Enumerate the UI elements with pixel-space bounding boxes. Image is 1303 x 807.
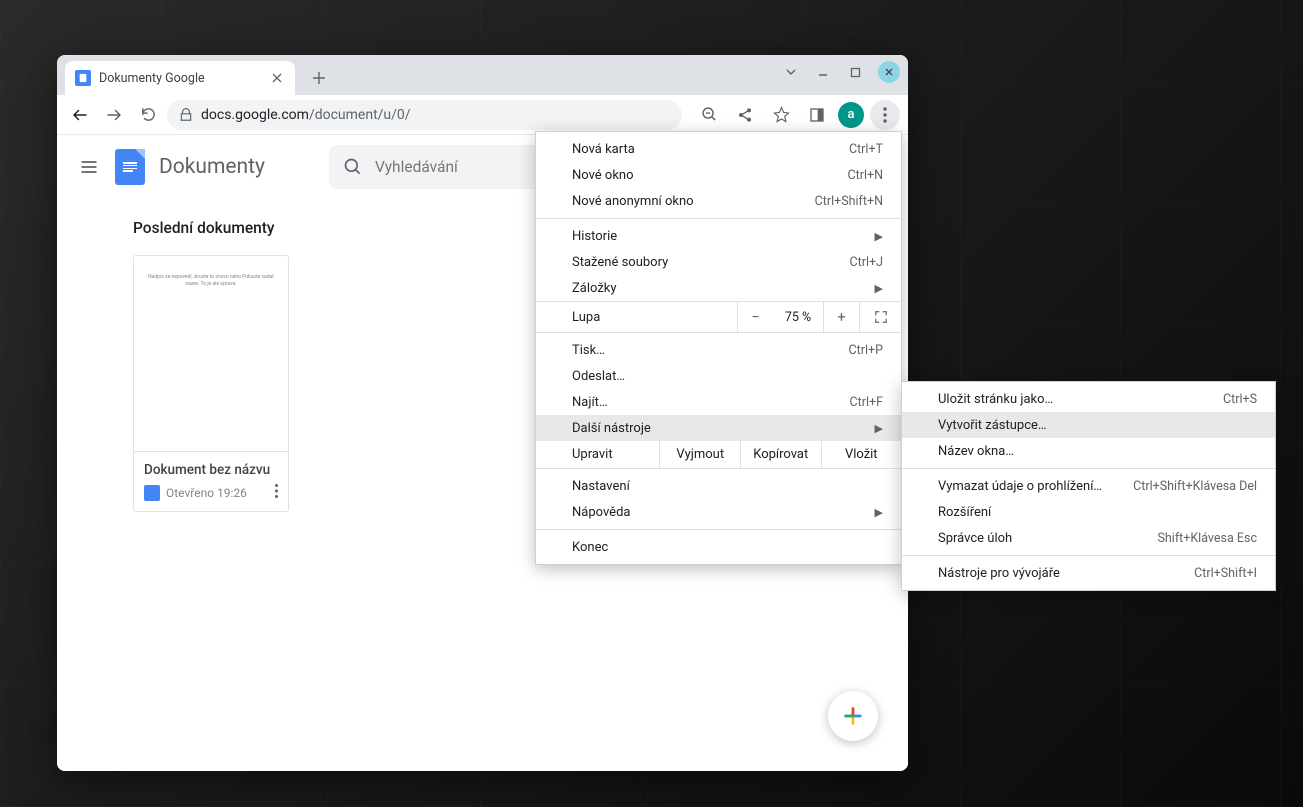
tab-dropdown-icon[interactable] — [782, 63, 800, 81]
zoom-in-button[interactable]: + — [823, 302, 859, 332]
menu-help[interactable]: Nápověda▶ — [536, 499, 901, 525]
menu-cut[interactable]: Vyjmout — [660, 441, 741, 468]
menu-new-window[interactable]: Nové oknoCtrl+N — [536, 162, 901, 188]
docs-mini-icon — [144, 485, 160, 501]
menu-find[interactable]: Najít…Ctrl+F — [536, 389, 901, 415]
browser-context-menu: Nová kartaCtrl+T Nové oknoCtrl+N Nové an… — [535, 131, 902, 565]
submenu-extensions[interactable]: Rozšíření — [902, 499, 1275, 525]
tab-strip: Dokumenty Google — [57, 55, 908, 95]
submenu-clear-data[interactable]: Vymazat údaje o prohlížení…Ctrl+Shift+Kl… — [902, 473, 1275, 499]
reload-button[interactable] — [133, 100, 163, 130]
zoom-label: Lupa — [572, 310, 600, 325]
profile-avatar[interactable]: a — [838, 102, 864, 128]
zoom-icon[interactable] — [694, 100, 724, 130]
zoom-value: 75 % — [773, 310, 823, 325]
tab-title: Dokumenty Google — [99, 71, 205, 86]
window-controls — [782, 61, 900, 83]
document-preview: Nadpis se nepovedl, zkuste to znovu nebo… — [134, 256, 288, 452]
close-tab-icon[interactable] — [269, 70, 285, 86]
menu-settings[interactable]: Nastavení — [536, 473, 901, 499]
menu-bookmarks[interactable]: Záložky▶ — [536, 275, 901, 301]
docs-favicon-icon — [75, 70, 91, 86]
browser-menu-button[interactable] — [870, 100, 900, 130]
url-text: docs.google.com/document/u/0/ — [201, 107, 411, 123]
document-more-icon[interactable] — [275, 484, 278, 501]
search-icon — [343, 157, 363, 177]
menu-exit[interactable]: Konec — [536, 534, 901, 560]
recent-heading: Poslední dokumenty — [133, 219, 275, 237]
submenu-save-as[interactable]: Uložit stránku jako…Ctrl+S — [902, 386, 1275, 412]
submenu-name-window[interactable]: Název okna… — [902, 438, 1275, 464]
document-opened: Otevřeno 19:26 — [166, 486, 247, 500]
document-card[interactable]: Nadpis se nepovedl, zkuste to znovu nebo… — [133, 255, 289, 512]
side-panel-icon[interactable] — [802, 100, 832, 130]
fullscreen-button[interactable] — [859, 302, 901, 332]
menu-new-tab[interactable]: Nová kartaCtrl+T — [536, 136, 901, 162]
submenu-create-shortcut[interactable]: Vytvořit zástupce… — [902, 412, 1275, 438]
zoom-out-button[interactable]: − — [737, 302, 773, 332]
menu-copy[interactable]: Kopírovat — [741, 441, 822, 468]
minimize-button[interactable] — [814, 63, 832, 81]
more-tools-submenu: Uložit stránku jako…Ctrl+S Vytvořit zást… — [901, 381, 1276, 591]
bookmark-icon[interactable] — [766, 100, 796, 130]
docs-app-title: Dokumenty — [159, 155, 265, 179]
menu-more-tools[interactable]: Další nástroje▶ — [536, 415, 901, 441]
submenu-dev-tools[interactable]: Nástroje pro vývojářeCtrl+Shift+I — [902, 560, 1275, 586]
share-icon[interactable] — [730, 100, 760, 130]
plus-icon — [842, 705, 864, 727]
new-tab-button[interactable] — [305, 64, 333, 92]
docs-logo-icon — [115, 149, 145, 185]
close-window-button[interactable] — [878, 61, 900, 83]
menu-incognito[interactable]: Nové anonymní oknoCtrl+Shift+N — [536, 188, 901, 214]
back-button[interactable] — [65, 100, 95, 130]
submenu-task-manager[interactable]: Správce úlohShift+Klávesa Esc — [902, 525, 1275, 551]
menu-cast[interactable]: Odeslat… — [536, 363, 901, 389]
menu-zoom-row: Lupa − 75 % + — [536, 301, 901, 333]
menu-history[interactable]: Historie▶ — [536, 223, 901, 249]
browser-tab[interactable]: Dokumenty Google — [65, 61, 295, 95]
browser-toolbar: docs.google.com/document/u/0/ a — [57, 95, 908, 135]
lock-icon — [179, 108, 193, 122]
address-bar[interactable]: docs.google.com/document/u/0/ — [167, 100, 682, 130]
menu-print[interactable]: Tisk…Ctrl+P — [536, 337, 901, 363]
menu-downloads[interactable]: Stažené souboryCtrl+J — [536, 249, 901, 275]
document-name: Dokument bez názvu — [144, 462, 278, 478]
menu-edit-row: Upravit Vyjmout Kopírovat Vložit — [536, 441, 901, 469]
search-placeholder: Vyhledávání — [375, 158, 458, 176]
main-menu-icon[interactable] — [77, 155, 101, 179]
edit-label: Upravit — [536, 441, 660, 468]
create-document-fab[interactable] — [828, 691, 878, 741]
menu-paste[interactable]: Vložit — [822, 441, 902, 468]
maximize-button[interactable] — [846, 63, 864, 81]
forward-button[interactable] — [99, 100, 129, 130]
